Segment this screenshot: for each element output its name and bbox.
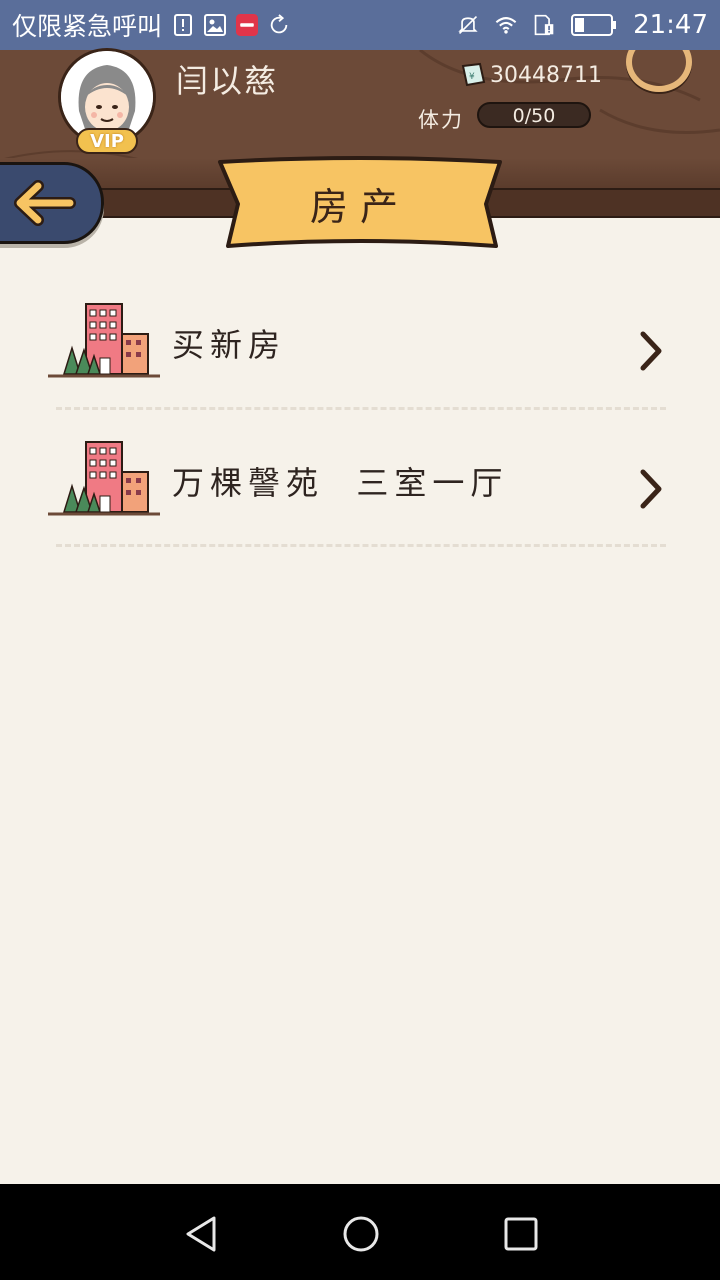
- list-item-label: 买新房: [172, 326, 287, 364]
- sim-icon: [533, 14, 555, 36]
- page-title: 房产: [309, 184, 410, 229]
- sim-alert-icon: [172, 14, 194, 36]
- clock: 21:47: [633, 10, 708, 40]
- wifi-icon: [495, 14, 517, 36]
- banknote-icon: ¥: [461, 62, 486, 87]
- stamina-label: 体力: [418, 108, 464, 132]
- list-item-label: 万棵謦苑 三室一厅: [172, 464, 509, 502]
- chevron-right-icon: [640, 469, 662, 509]
- system-nav-bar: [0, 1184, 720, 1280]
- mute-icon: [457, 14, 479, 36]
- list-item[interactable]: 买新房: [48, 292, 678, 412]
- recents-square-icon[interactable]: [501, 1214, 541, 1254]
- battery-icon: [571, 14, 617, 36]
- chevron-right-icon: [640, 331, 662, 371]
- page-title-banner: 房产: [216, 156, 504, 250]
- back-triangle-icon[interactable]: [182, 1214, 222, 1254]
- buildings-icon: [48, 303, 160, 378]
- vip-badge: VIP: [76, 128, 138, 154]
- image-icon: [204, 14, 227, 36]
- money-value: 30448711: [490, 62, 602, 88]
- xiaohongshu-app-icon: [236, 14, 259, 36]
- buildings-icon: [48, 441, 160, 516]
- divider: [56, 544, 666, 547]
- svg-text:¥: ¥: [469, 72, 475, 82]
- home-circle-icon[interactable]: [341, 1214, 381, 1254]
- divider: [56, 407, 666, 410]
- username: 闫以慈: [176, 62, 279, 100]
- list-item[interactable]: 万棵謦苑 三室一厅: [48, 430, 678, 550]
- notification-title: 仅限紧急呼叫: [12, 12, 163, 41]
- back-arrow-icon: [14, 180, 76, 226]
- stamina-bar: 0/50: [477, 102, 591, 128]
- back-button[interactable]: [0, 162, 104, 244]
- sync-icon: [268, 14, 290, 36]
- status-bar: 仅限紧急呼叫 21:47: [0, 0, 720, 50]
- money-display: ¥ 30448711: [460, 62, 602, 88]
